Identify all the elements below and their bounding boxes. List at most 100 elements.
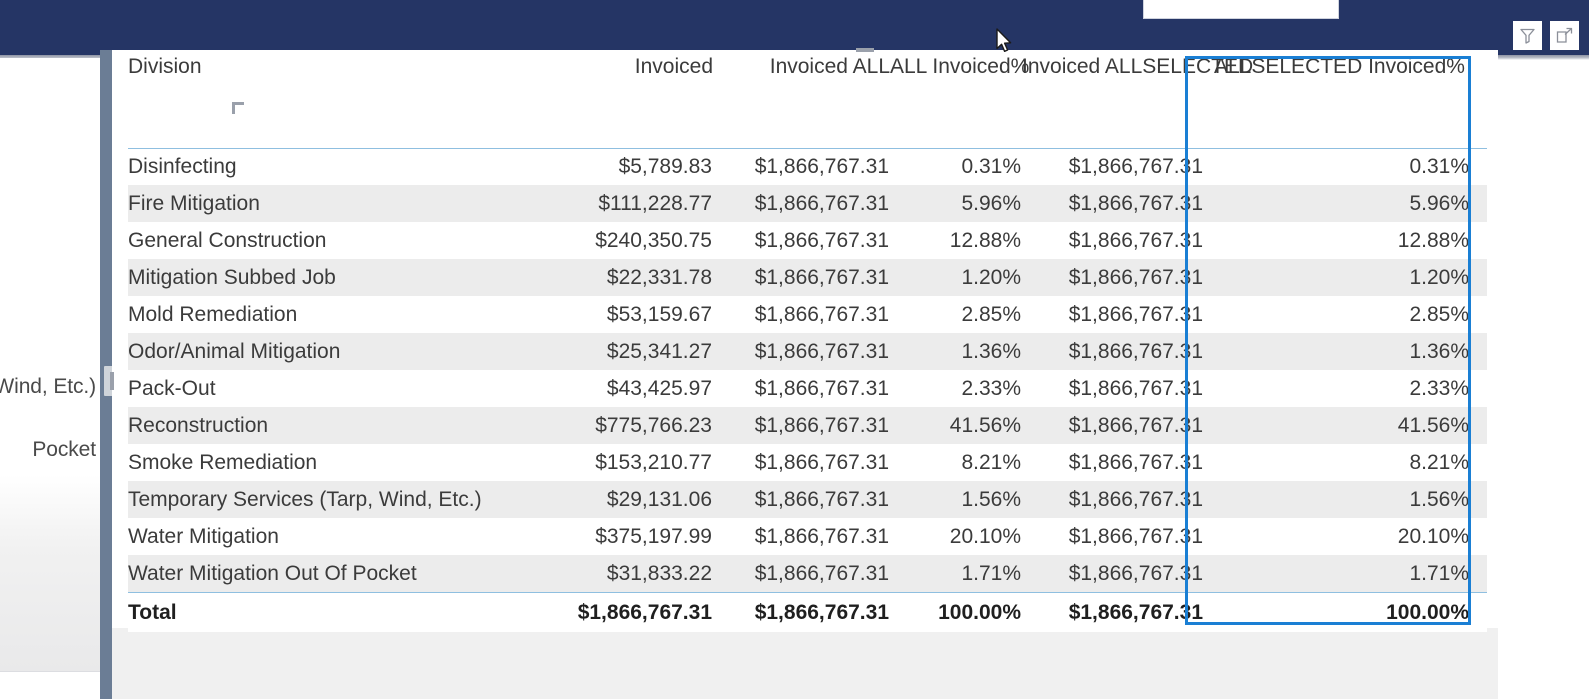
cell-all_invoiced_pct: 2.85% [961,303,1021,326]
table-header-row: Division Invoiced Invoiced ALL ALL Invoi… [128,56,1487,149]
cell-all_invoiced_pct: 41.56% [890,407,1022,444]
cell-allselected_invoiced_pct: 1.20% [1204,259,1487,296]
cell-all_invoiced_pct: 5.96% [890,185,1022,222]
cell-invoiced_allselected: $1,866,767.31 [1068,229,1203,252]
cell-allselected_invoiced_pct: 12.88% [1397,229,1469,252]
cell-division: Disinfecting [128,155,237,179]
cell-division: Water Mitigation Out Of Pocket [128,555,536,592]
column-header-invoiced[interactable]: Invoiced [536,56,713,149]
total-cell-allselected_invoiced_pct: 100.00% [1204,591,1487,632]
cell-invoiced_allselected: $1,866,767.31 [1068,303,1203,326]
cell-invoiced_all: $1,866,767.31 [713,407,890,444]
cell-all_invoiced_pct: 2.33% [961,377,1021,400]
cell-invoiced_all: $1,866,767.31 [754,303,889,326]
cell-all_invoiced_pct: 1.71% [890,555,1022,592]
cell-invoiced_all: $1,866,767.31 [754,229,889,252]
table-row[interactable]: Water Mitigation Out Of Pocket $31,833.22… [128,555,1487,592]
cell-invoiced: $53,159.67 [606,303,712,326]
cell-division: Temporary Services (Tarp, Wind, Etc.) [128,481,536,518]
filter-icon-button[interactable] [1513,21,1542,50]
cell-invoiced: $43,425.97 [606,377,712,400]
cell-division: Smoke Remediation [128,451,318,474]
cell-division: Pack-Out [128,377,216,400]
column-header-all-invoiced-pct[interactable]: ALL Invoiced% [890,56,1029,149]
resize-handle-top-left-horizontal[interactable] [232,102,244,105]
cell-all_invoiced_pct: 1.56% [890,481,1022,518]
cell-invoiced_all: $1,866,767.31 [713,555,890,592]
total-cell-all_invoiced_pct: 100.00% [890,591,1022,632]
cell-invoiced_allselected: $1,866,767.31 [1068,525,1203,548]
column-header-division[interactable]: Division [128,56,536,149]
cell-invoiced: $29,131.06 [536,481,713,518]
cell-all_invoiced_pct: 1.20% [890,259,1022,296]
cell-all_invoiced_pct: 20.10% [949,525,1021,548]
cell-division: Odor/Animal Mitigation [128,333,536,370]
table-row[interactable]: Water Mitigation $375,197.99 $1,866,767.31… [128,518,1487,555]
table-row[interactable]: Odor/Animal Mitigation $25,341.27 $1,866,7… [128,333,1487,370]
cell-invoiced: $240,350.75 [595,229,712,252]
focus-mode-icon [1555,26,1574,45]
cell-division: Mold Remediation [128,303,298,326]
cell-invoiced_allselected: $1,866,767.31 [1068,155,1203,179]
cell-all_invoiced_pct: 12.88% [949,229,1021,252]
table-row[interactable]: Mitigation Subbed Job $22,331.78 $1,866,76… [128,259,1487,296]
cell-invoiced: $5,789.83 [618,155,712,179]
cell-invoiced: $111,228.77 [536,185,713,222]
cell-invoiced: $25,341.27 [536,333,713,370]
visual-header-actions [1513,21,1579,50]
cell-allselected_invoiced_pct: 5.96% [1204,185,1487,222]
app-root: Wind, Etc.) Pocket Division Invoiced Inv… [0,0,1589,699]
matrix-table: Division Invoiced Invoiced ALL ALL Invoi… [128,56,1487,632]
cell-allselected_invoiced_pct: 2.33% [1409,377,1469,400]
column-header-allselected-invoiced-pct[interactable]: ALLSELECTED Invoiced% [1204,56,1487,149]
resize-handle-top[interactable] [856,48,874,52]
cell-invoiced_allselected: $1,866,767.31 [1022,407,1204,444]
total-cell-division: Total [128,591,536,632]
cell-invoiced: $22,331.78 [536,259,713,296]
cell-invoiced: $375,197.99 [595,525,712,548]
visual-bottom-plate [112,628,1498,699]
cell-allselected_invoiced_pct: 1.56% [1204,481,1487,518]
cell-invoiced_allselected: $1,866,767.31 [1068,377,1203,400]
cell-all_invoiced_pct: 0.31% [961,155,1021,179]
cell-division: Reconstruction [128,407,536,444]
total-cell-invoiced_allselected: $1,866,767.31 [1022,591,1204,632]
cell-division: Water Mitigation [128,525,279,548]
table-header: Division Invoiced Invoiced ALL ALL Invoi… [128,56,1487,149]
cell-allselected_invoiced_pct: 1.36% [1204,333,1487,370]
cell-invoiced_all: $1,866,767.31 [713,185,890,222]
total-cell-invoiced: $1,866,767.31 [536,591,713,632]
resize-handle-left[interactable] [110,372,114,390]
table-row[interactable]: Mold Remediation $53,159.67 $1,866,767.31 2… [128,296,1487,333]
table-row[interactable]: Pack-Out $43,425.97 $1,866,767.31 2.33% $1,8… [128,370,1487,407]
table-row[interactable]: General Construction $240,350.75 $1,866,76… [128,222,1487,259]
cell-invoiced_all: $1,866,767.31 [754,155,889,179]
column-header-invoiced-all[interactable]: Invoiced ALL [713,56,890,149]
cell-invoiced: $775,766.23 [536,407,713,444]
table-total-row: Total $1,866,767.31 $1,866,767.31 100.00% $1… [128,591,1487,632]
cell-invoiced_allselected: $1,866,767.31 [1022,333,1204,370]
cell-division: Mitigation Subbed Job [128,259,536,296]
matrix-visual[interactable]: Division Invoiced Invoiced ALL ALL Invoi… [112,50,1498,699]
table-body: Disinfecting $5,789.83 $1,866,767.31 0.31% $… [128,148,1487,632]
table-row[interactable]: Temporary Services (Tarp, Wind, Etc.) $29… [128,481,1487,518]
column-header-invoiced-allselected[interactable]: Invoiced ALLSELECTED [1022,56,1253,149]
cell-allselected_invoiced_pct: 0.31% [1409,155,1469,179]
cell-allselected_invoiced_pct: 20.10% [1397,525,1469,548]
cell-allselected_invoiced_pct: 8.21% [1409,451,1469,474]
table-row[interactable]: Fire Mitigation $111,228.77 $1,866,767.31 5… [128,185,1487,222]
table-row[interactable]: Smoke Remediation $153,210.77 $1,866,767.3… [128,444,1487,481]
cell-invoiced_allselected: $1,866,767.31 [1022,259,1204,296]
filter-icon [1518,26,1537,45]
cell-allselected_invoiced_pct: 2.85% [1409,303,1469,326]
cell-invoiced_all: $1,866,767.31 [754,377,889,400]
slicer-search-box[interactable] [1143,0,1339,19]
table-row[interactable]: Disinfecting $5,789.83 $1,866,767.31 0.31% $… [128,148,1487,185]
left-clipped-label-1: Wind, Etc.) [0,375,96,398]
cell-invoiced_allselected: $1,866,767.31 [1022,555,1204,592]
cell-invoiced_allselected: $1,866,767.31 [1022,185,1204,222]
cell-division: General Construction [128,229,327,252]
focus-mode-button[interactable] [1550,21,1579,50]
table-row[interactable]: Reconstruction $775,766.23 $1,866,767.31 41… [128,407,1487,444]
total-cell-invoiced_all: $1,866,767.31 [713,591,890,632]
